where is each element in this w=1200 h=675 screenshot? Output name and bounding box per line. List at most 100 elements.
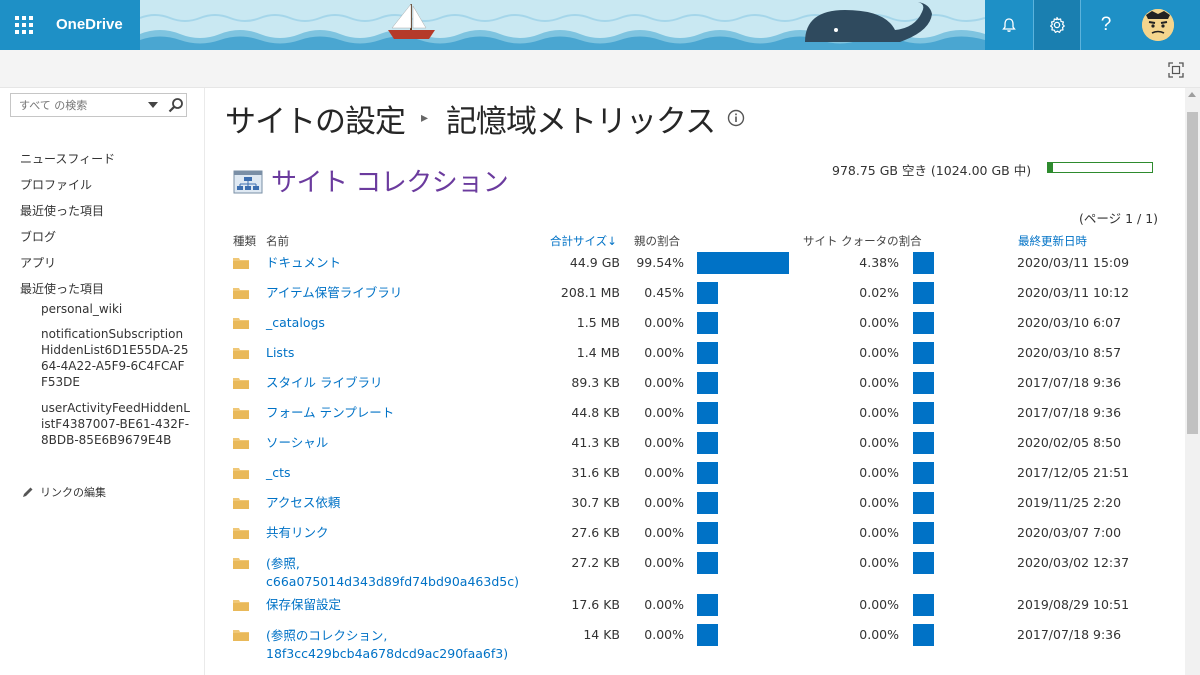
row-modified-date: 2017/07/18 9:36 (1017, 375, 1122, 390)
row-name-link[interactable]: _cts (266, 465, 291, 481)
breadcrumb-site-settings[interactable]: サイトの設定 (225, 96, 406, 141)
nav-item-profile[interactable]: プロファイル (20, 172, 200, 198)
nav-item-recent-1[interactable]: 最近使った項目 (20, 198, 200, 224)
nav-subitem-notification-list[interactable]: notificationSubscriptionHiddenList6D1E55… (41, 326, 191, 390)
folder-icon (233, 288, 249, 299)
nav-item-apps[interactable]: アプリ (20, 250, 200, 276)
notifications-button[interactable] (985, 0, 1033, 50)
row-size: 14 KB (583, 627, 620, 642)
table-row: アイテム保管ライブラリ 208.1 MB 0.45% 0.02% 2020/03/11 … (205, 282, 1185, 313)
row-quota-percent: 0.02% (859, 285, 899, 300)
row-parent-bar (697, 522, 718, 544)
scrollbar-thumb[interactable] (1187, 112, 1198, 434)
row-size: 41.3 KB (571, 435, 620, 450)
row-quota-percent: 0.00% (859, 627, 899, 642)
table-row: 共有リンク 27.6 KB 0.00% 0.00% 2020/03/07 7:00 (205, 522, 1185, 553)
focus-mode-icon[interactable] (1168, 62, 1184, 78)
row-modified-date: 2020/03/10 6:07 (1017, 315, 1122, 330)
row-parent-percent: 0.45% (644, 285, 684, 300)
row-parent-percent: 0.00% (644, 435, 684, 450)
table-row: 保存保留設定 17.6 KB 0.00% 0.00% 2019/08/29 10:51 (205, 594, 1185, 625)
table-row: アクセス依頼 30.7 KB 0.00% 0.00% 2019/11/25 2:20 (205, 492, 1185, 523)
column-header-total-size-label: 合計サイズ (550, 234, 608, 248)
brand-title[interactable]: OneDrive (56, 0, 123, 50)
row-parent-percent: 0.00% (644, 375, 684, 390)
row-quota-bar (913, 372, 934, 394)
storage-summary: 978.75 GB 空き (1024.00 GB 中) (832, 163, 1032, 178)
row-size: 31.6 KB (571, 465, 620, 480)
folder-icon (233, 630, 249, 641)
row-name-link[interactable]: Lists (266, 345, 294, 361)
gear-icon (1050, 16, 1065, 33)
row-size: 208.1 MB (560, 285, 620, 300)
nav-item-blog[interactable]: ブログ (20, 224, 200, 250)
edit-links-button[interactable]: リンクの編集 (22, 484, 106, 500)
scroll-up-icon[interactable] (1188, 92, 1196, 97)
row-parent-percent: 0.00% (644, 495, 684, 510)
page-info: (ページ 1 / 1) (1079, 211, 1159, 226)
row-name-link[interactable]: ドキュメント (266, 255, 341, 271)
row-quota-bar (913, 312, 934, 334)
app-launcher-button[interactable] (0, 0, 48, 50)
column-header-total-size[interactable]: 合計サイズ↓ (550, 233, 617, 249)
search-icon[interactable] (168, 97, 184, 113)
table-row: Lists 1.4 MB 0.00% 0.00% 2020/03/10 8:57 (205, 342, 1185, 373)
row-parent-percent: 0.00% (644, 465, 684, 480)
nav-subitem-activity-feed-list[interactable]: userActivityFeedHiddenListF4387007-BE61-… (41, 400, 191, 448)
column-header-parent-pct: 親の割合 (634, 234, 680, 248)
nav-subitem-personal-wiki[interactable]: personal_wiki (41, 301, 191, 317)
row-parent-percent: 0.00% (644, 405, 684, 420)
row-name-link[interactable]: 共有リンク (266, 525, 329, 541)
sort-descending-icon: ↓ (607, 234, 617, 248)
row-parent-bar (697, 462, 718, 484)
row-modified-date: 2020/03/07 7:00 (1017, 525, 1122, 540)
row-name-link[interactable]: アクセス依頼 (266, 495, 340, 511)
vertical-scrollbar[interactable] (1185, 88, 1200, 675)
section-header: サイト コレクション (231, 162, 509, 199)
row-quota-percent: 0.00% (859, 405, 899, 420)
nav-item-newsfeed[interactable]: ニュースフィード (20, 146, 200, 172)
row-modified-date: 2017/07/18 9:36 (1017, 405, 1122, 420)
row-name-link[interactable]: (参照, c66a075014d343d89fd74bd90a463d5c) (266, 555, 546, 591)
row-parent-percent: 0.00% (644, 345, 684, 360)
table-row: (参照のコレクション, 18f3cc429bcb4a678dcd9ac290fa… (205, 624, 1185, 667)
storage-usage-fill (1048, 163, 1053, 172)
folder-icon (233, 498, 249, 509)
row-name-link[interactable]: アイテム保管ライブラリ (266, 285, 402, 301)
row-parent-percent: 0.00% (644, 555, 684, 570)
row-parent-percent: 0.00% (644, 597, 684, 612)
folder-icon (233, 558, 249, 569)
section-title: サイト コレクション (271, 168, 509, 198)
column-header-name: 名前 (266, 234, 289, 248)
row-name-link[interactable]: _catalogs (266, 315, 325, 331)
info-icon[interactable] (727, 109, 745, 127)
bell-icon (1002, 18, 1016, 32)
row-parent-percent: 0.00% (644, 627, 684, 642)
search-scope-dropdown-icon[interactable] (148, 101, 158, 109)
row-parent-bar (697, 312, 718, 334)
row-name-link[interactable]: スタイル ライブラリ (266, 375, 382, 391)
edit-links-label: リンクの編集 (40, 486, 106, 499)
nav-item-recent-2[interactable]: 最近使った項目 (20, 276, 200, 302)
row-parent-bar (697, 372, 718, 394)
row-parent-bar (697, 552, 718, 574)
folder-icon (233, 468, 249, 479)
table-row: スタイル ライブラリ 89.3 KB 0.00% 0.00% 2017/07/18 9:… (205, 372, 1185, 403)
row-name-link[interactable]: フォーム テンプレート (266, 405, 394, 421)
row-parent-percent: 0.00% (644, 525, 684, 540)
settings-button[interactable] (1033, 0, 1081, 50)
row-quota-percent: 0.00% (859, 315, 899, 330)
row-name-link[interactable]: ソーシャル (266, 435, 328, 451)
left-navigation: ニュースフィード プロファイル 最近使った項目 ブログ アプリ 最近使った項目 … (0, 88, 205, 675)
row-quota-percent: 0.00% (859, 495, 899, 510)
folder-icon (233, 528, 249, 539)
column-header-modified[interactable]: 最終更新日時 (1018, 233, 1087, 249)
table-row: ドキュメント 44.9 GB 99.54% 4.38% 2020/03/11 15:09 (205, 252, 1185, 283)
row-name-link[interactable]: 保存保留設定 (266, 597, 341, 613)
row-quota-bar (913, 402, 934, 424)
row-quota-bar (913, 252, 934, 274)
search-input[interactable] (11, 94, 139, 116)
row-name-link[interactable]: (参照のコレクション, 18f3cc429bcb4a678dcd9ac290fa… (266, 627, 546, 663)
avatar[interactable] (1142, 9, 1174, 41)
help-button[interactable]: ? (1082, 0, 1130, 50)
